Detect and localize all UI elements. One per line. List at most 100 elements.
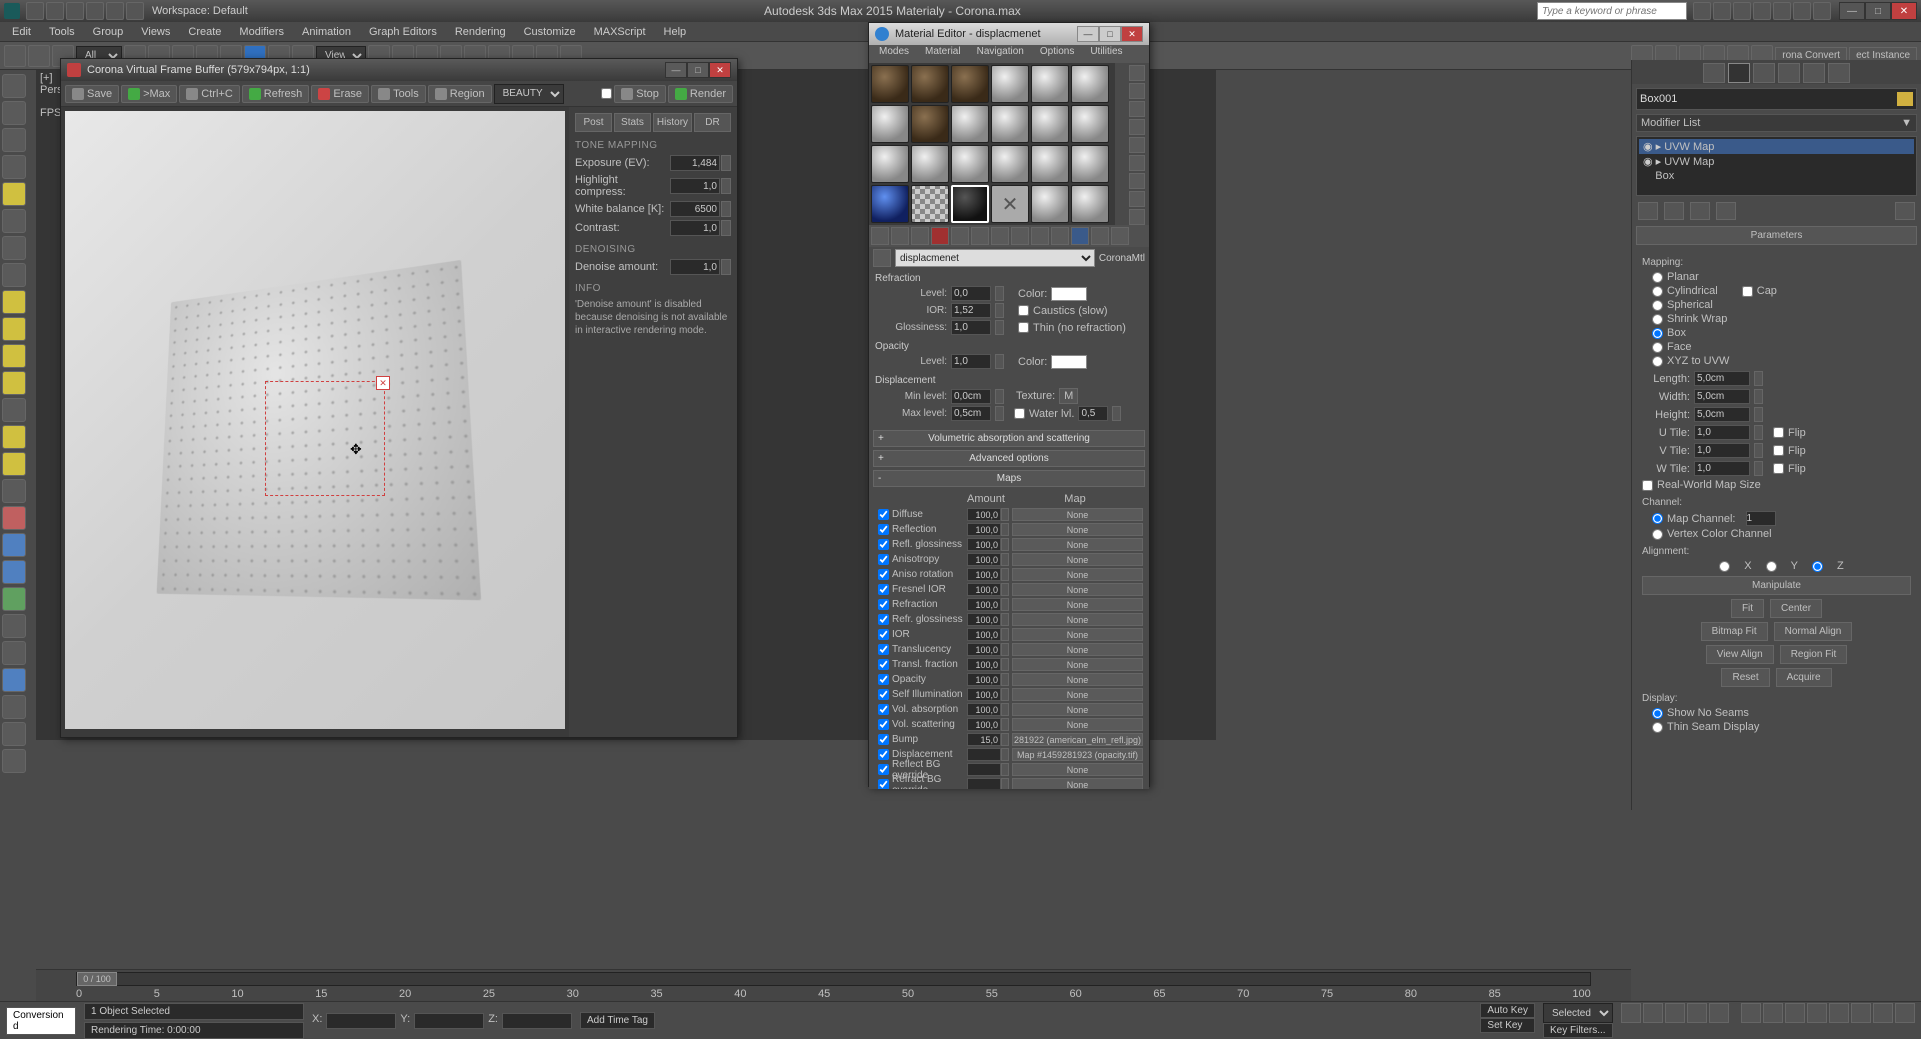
spinner[interactable] xyxy=(1754,371,1763,386)
stop-button[interactable]: Stop xyxy=(614,85,666,103)
close-button[interactable]: ✕ xyxy=(709,62,731,78)
wb-input[interactable] xyxy=(670,201,720,217)
spinner[interactable] xyxy=(1001,748,1009,761)
spinner[interactable] xyxy=(1001,763,1009,776)
menu-item[interactable]: Views xyxy=(133,24,178,40)
light-tool-icon[interactable] xyxy=(2,182,26,206)
map-slot-button[interactable]: None xyxy=(1012,763,1143,776)
material-slot[interactable] xyxy=(1071,145,1109,183)
tool-icon[interactable] xyxy=(2,722,26,746)
ctrlc-button[interactable]: Ctrl+C xyxy=(179,85,239,103)
menu-item[interactable]: Utilities xyxy=(1084,45,1128,63)
spinner[interactable] xyxy=(995,320,1004,335)
vfb-checkbox[interactable] xyxy=(601,88,612,99)
toolbar-icon[interactable] xyxy=(1111,227,1129,245)
dropper-icon[interactable] xyxy=(873,249,891,267)
map-amount-input[interactable] xyxy=(967,598,1001,611)
time-slider[interactable]: 0 / 100 xyxy=(76,972,1591,986)
stack-item[interactable]: Box xyxy=(1639,169,1914,183)
ior-input[interactable] xyxy=(951,303,991,318)
toolbar-icon[interactable] xyxy=(1011,227,1029,245)
z-input[interactable] xyxy=(502,1013,572,1029)
tab-post[interactable]: Post xyxy=(575,113,612,132)
map-enable-checkbox[interactable] xyxy=(878,599,889,610)
spinner[interactable] xyxy=(1001,733,1009,746)
map-slot-button[interactable]: None xyxy=(1012,523,1143,536)
material-slot[interactable] xyxy=(1031,145,1069,183)
mapping-planar-radio[interactable] xyxy=(1652,272,1663,283)
map-slot-button[interactable]: None xyxy=(1012,628,1143,641)
tool-icon[interactable] xyxy=(2,101,26,125)
height-input[interactable] xyxy=(1694,407,1750,422)
timeline[interactable]: 0 / 100 05101520253035404550556065707580… xyxy=(36,969,1631,1001)
spinner[interactable] xyxy=(1754,389,1763,404)
reset-button[interactable]: Reset xyxy=(1721,668,1769,687)
toolbar-icon[interactable] xyxy=(1091,227,1109,245)
modifier-stack[interactable]: ◉ ▸ UVW Map ◉ ▸ UVW Map Box xyxy=(1636,136,1917,196)
map-enable-checkbox[interactable] xyxy=(878,734,889,745)
map-enable-checkbox[interactable] xyxy=(878,614,889,625)
material-slot[interactable] xyxy=(951,105,989,143)
spinner[interactable] xyxy=(1001,703,1009,716)
title-icon[interactable] xyxy=(1733,2,1751,20)
create-tab-icon[interactable] xyxy=(1703,63,1725,83)
menu-item[interactable]: Animation xyxy=(294,24,359,40)
side-icon[interactable] xyxy=(1129,119,1145,135)
map-slot-button[interactable]: None xyxy=(1012,553,1143,566)
next-frame-icon[interactable] xyxy=(1687,1003,1707,1023)
toolbar-icon[interactable] xyxy=(1031,227,1049,245)
color-swatch[interactable] xyxy=(1051,355,1087,369)
material-type-button[interactable]: CoronaMtl xyxy=(1099,253,1145,264)
map-enable-checkbox[interactable] xyxy=(878,569,889,580)
configure-icon[interactable] xyxy=(1895,202,1915,220)
setkey-button[interactable]: Set Key xyxy=(1480,1018,1535,1033)
material-slot-selected[interactable] xyxy=(951,185,989,223)
map-slot-button[interactable]: None xyxy=(1012,778,1143,789)
menu-item[interactable]: Modifiers xyxy=(231,24,292,40)
cap-checkbox[interactable] xyxy=(1742,286,1753,297)
material-slot[interactable] xyxy=(991,105,1029,143)
side-icon[interactable] xyxy=(1129,83,1145,99)
disp-max-input[interactable] xyxy=(951,406,991,421)
object-name-field[interactable]: Box001 xyxy=(1636,88,1917,110)
map-enable-checkbox[interactable] xyxy=(878,629,889,640)
side-icon[interactable] xyxy=(1129,101,1145,117)
region-button[interactable]: Region xyxy=(428,85,492,103)
spinner[interactable] xyxy=(1754,461,1763,476)
mapping-face-radio[interactable] xyxy=(1652,342,1663,353)
spinner[interactable] xyxy=(1754,407,1763,422)
wtile-input[interactable] xyxy=(1694,461,1750,476)
toolbar-icon[interactable] xyxy=(931,227,949,245)
corona-vfb-window[interactable]: Corona Virtual Frame Buffer (579x794px, … xyxy=(60,58,738,738)
gloss-input[interactable] xyxy=(951,320,991,335)
spinner[interactable] xyxy=(1754,443,1763,458)
menu-item[interactable]: Rendering xyxy=(447,24,514,40)
spinner[interactable] xyxy=(1001,673,1009,686)
menu-item[interactable]: Options xyxy=(1034,45,1080,63)
map-enable-checkbox[interactable] xyxy=(878,674,889,685)
material-rollouts[interactable]: Refraction Level:Color: IOR:Caustics (sl… xyxy=(869,269,1149,789)
modifier-list-dropdown[interactable]: Modifier List▼ xyxy=(1636,114,1917,132)
preset-dropdown[interactable]: BEAUTY xyxy=(494,84,564,104)
toolbar-icon[interactable] xyxy=(951,227,969,245)
rollout-header[interactable]: Maps xyxy=(873,470,1145,487)
map-enable-checkbox[interactable] xyxy=(878,524,889,535)
spinner[interactable] xyxy=(721,259,731,275)
side-icon[interactable] xyxy=(1129,209,1145,225)
tool-icon[interactable] xyxy=(2,533,26,557)
rollout-header[interactable]: Parameters xyxy=(1636,226,1917,245)
refresh-button[interactable]: Refresh xyxy=(242,85,310,103)
spinner[interactable] xyxy=(1001,508,1009,521)
mapping-sph-radio[interactable] xyxy=(1652,300,1663,311)
align-z-radio[interactable] xyxy=(1812,561,1823,572)
map-amount-input[interactable] xyxy=(967,763,1001,776)
map-enable-checkbox[interactable] xyxy=(878,554,889,565)
fit-button[interactable]: Fit xyxy=(1731,599,1764,618)
spinner[interactable] xyxy=(721,201,731,217)
motion-tab-icon[interactable] xyxy=(1778,63,1800,83)
map-amount-input[interactable] xyxy=(967,583,1001,596)
nav-icon[interactable] xyxy=(1873,1003,1893,1023)
color-swatch[interactable] xyxy=(1051,287,1087,301)
tool-icon[interactable] xyxy=(2,614,26,638)
toolbar-icon[interactable] xyxy=(871,227,889,245)
